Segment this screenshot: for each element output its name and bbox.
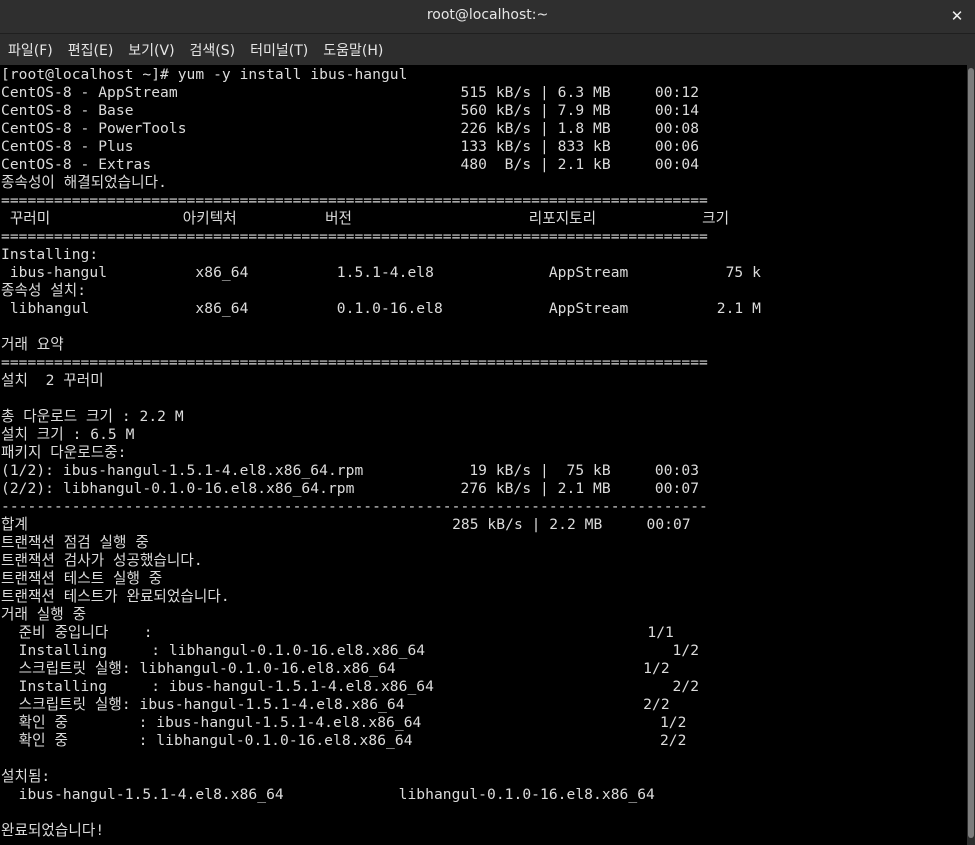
terminal-line: ========================================… — [1, 354, 708, 371]
terminal-line: ----------------------------------------… — [1, 498, 708, 515]
menu-file[interactable]: 파일(F) — [2, 36, 59, 64]
terminal-line: 종속성이 해결되었습니다. — [1, 174, 167, 191]
terminal-line: 트랜잭션 테스트 실행 중 — [1, 570, 163, 587]
terminal-line: ========================================… — [1, 228, 708, 245]
terminal-line: ========================================… — [1, 192, 708, 209]
terminal-line: 트랜잭션 검사가 성공했습니다. — [1, 552, 203, 569]
terminal-line: ibus-hangul x86_64 1.5.1-4.el8 AppStream… — [1, 264, 761, 281]
scrollbar-thumb[interactable] — [968, 68, 974, 838]
terminal-line: CentOS-8 - Base 560 kB/s | 7.9 MB 00:14 — [1, 102, 700, 119]
terminal-line: ibus-hangul-1.5.1-4.el8.x86_64 libhangul… — [1, 786, 655, 803]
terminal-line: 스크립트릿 실행: ibus-hangul-1.5.1-4.el8.x86_64… — [1, 696, 670, 713]
terminal-line: Installing : ibus-hangul-1.5.1-4.el8.x86… — [1, 678, 700, 695]
terminal-line: Installing : libhangul-0.1.0-16.el8.x86_… — [1, 642, 700, 659]
terminal-line: 확인 중 : ibus-hangul-1.5.1-4.el8.x86_64 1/… — [1, 714, 687, 731]
terminal-line: 종속성 설치: — [1, 282, 87, 299]
close-button[interactable]: ✕ — [945, 4, 969, 28]
menu-view[interactable]: 보기(V) — [122, 36, 180, 64]
terminal-line: 트랜잭션 점검 실행 중 — [1, 534, 149, 551]
window-title: root@localhost:~ — [426, 7, 549, 23]
terminal-line: libhangul x86_64 0.1.0-16.el8 AppStream … — [1, 300, 761, 317]
terminal-line: 설치 크기 : 6.5 M — [1, 426, 135, 443]
menu-help[interactable]: 도움말(H) — [317, 36, 389, 64]
terminal-line: 완료되었습니다! — [1, 822, 105, 839]
terminal-line: 거래 요약 — [1, 336, 64, 353]
terminal-line: 패키지 다운로드중: — [1, 444, 127, 461]
terminal-line: 확인 중 : libhangul-0.1.0-16.el8.x86_64 2/2 — [1, 732, 687, 749]
menu-edit[interactable]: 편집(E) — [62, 36, 120, 64]
terminal-line: 꾸러미 아키텍처 버전 리포지토리 크기 — [1, 210, 730, 227]
menu-search[interactable]: 검색(S) — [184, 36, 242, 64]
terminal-line: (1/2): ibus-hangul-1.5.1-4.el8.x86_64.rp… — [1, 462, 700, 479]
terminal-line: 거래 실행 중 — [1, 606, 87, 623]
title-bar: root@localhost:~ ✕ — [0, 0, 975, 34]
menu-terminal[interactable]: 터미널(T) — [244, 36, 314, 64]
terminal-window: root@localhost:~ ✕ 파일(F) 편집(E) 보기(V) 검색(… — [0, 0, 975, 845]
terminal-line: CentOS-8 - Plus 133 kB/s | 833 kB 00:06 — [1, 138, 700, 155]
terminal-line: CentOS-8 - AppStream 515 kB/s | 6.3 MB 0… — [1, 84, 700, 101]
terminal-line: 스크립트릿 실행: libhangul-0.1.0-16.el8.x86_64 … — [1, 660, 670, 677]
terminal-line: 합계 285 kB/s | 2.2 MB 00:07 — [1, 516, 691, 533]
terminal-line: Installing: — [1, 246, 99, 263]
terminal-output: [root@localhost ~]# yum -y install ibus-… — [0, 65, 967, 840]
terminal-line: CentOS-8 - Extras 480 B/s | 2.1 kB 00:04 — [1, 156, 700, 173]
terminal-line: 총 다운로드 크기 : 2.2 M — [1, 408, 184, 425]
terminal-line: (2/2): libhangul-0.1.0-16.el8.x86_64.rpm… — [1, 480, 700, 497]
menu-bar: 파일(F) 편집(E) 보기(V) 검색(S) 터미널(T) 도움말(H) — [0, 34, 975, 65]
terminal-line: [root@localhost ~]# yum -y install ibus-… — [1, 66, 408, 83]
terminal-line: 설치됨: — [1, 768, 51, 785]
terminal-line: CentOS-8 - PowerTools 226 kB/s | 1.8 MB … — [1, 120, 700, 137]
terminal-output-area[interactable]: [root@localhost ~]# yum -y install ibus-… — [0, 65, 967, 845]
terminal-line: 준비 중입니다 : 1/1 — [1, 624, 674, 641]
terminal-line: 트랜잭션 테스트가 완료되었습니다. — [1, 588, 230, 605]
terminal-line: 설치 2 꾸러미 — [1, 372, 104, 389]
terminal-scrollbar[interactable] — [967, 65, 975, 845]
